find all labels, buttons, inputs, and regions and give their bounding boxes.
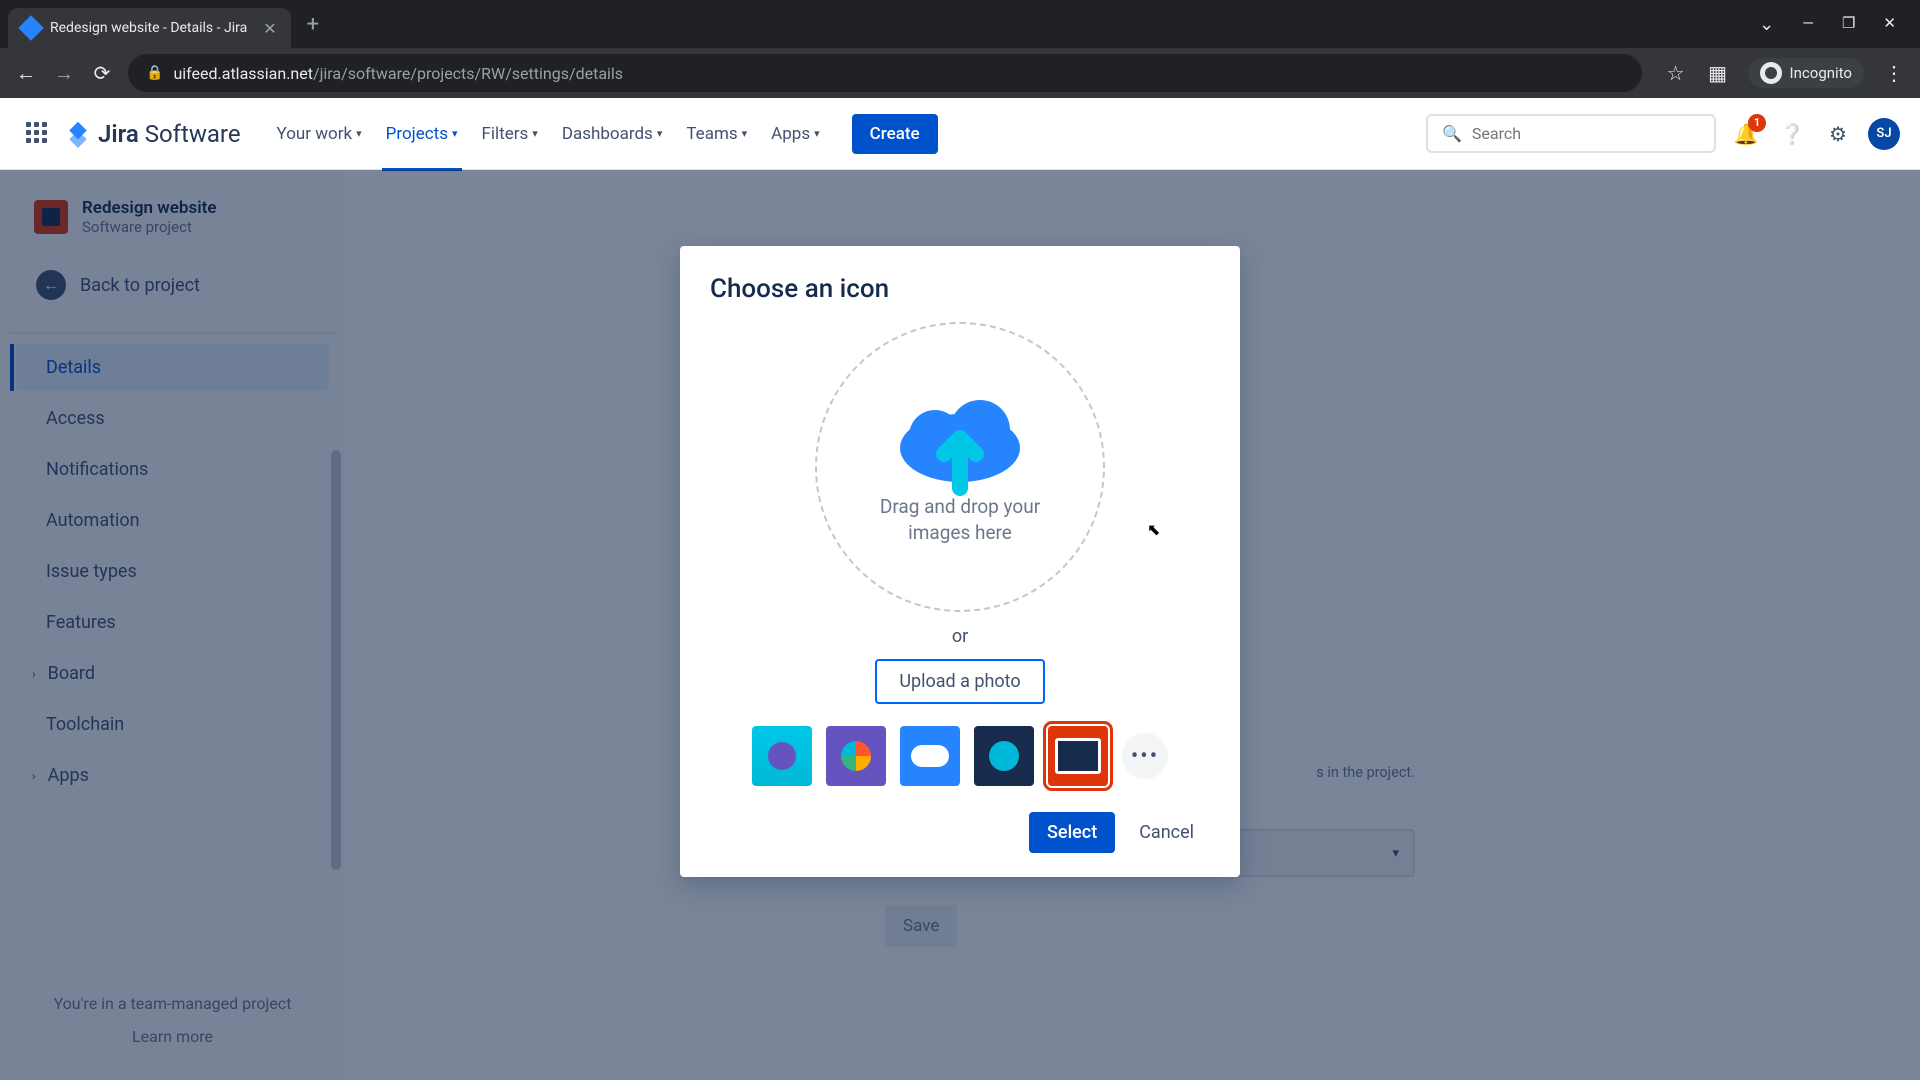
- nav-projects[interactable]: Projects▾: [376, 116, 468, 152]
- nav-filters[interactable]: Filters▾: [472, 116, 548, 152]
- jira-logo-icon: [64, 120, 92, 148]
- modal-title: Choose an icon: [710, 274, 1210, 304]
- kebab-menu-icon[interactable]: ⋮: [1882, 61, 1906, 85]
- address-bar: ← → ⟳ 🔒 uifeed.atlassian.net/jira/softwa…: [0, 48, 1920, 98]
- avatar[interactable]: SJ: [1868, 118, 1900, 150]
- top-nav: Your work▾ Projects▾ Filters▾ Dashboards…: [267, 116, 830, 152]
- star-icon[interactable]: ☆: [1664, 61, 1688, 85]
- incognito-icon: [1760, 62, 1782, 84]
- jira-logo[interactable]: Jira Software: [64, 120, 241, 148]
- search-icon: 🔍: [1442, 124, 1462, 143]
- notifications-icon[interactable]: 🔔1: [1730, 118, 1762, 150]
- tab-dropdown-icon[interactable]: ⌄: [1759, 14, 1774, 35]
- nav-apps[interactable]: Apps▾: [761, 116, 830, 152]
- cloud-upload-icon: [890, 388, 1030, 478]
- settings-gear-icon[interactable]: ⚙: [1822, 118, 1854, 150]
- notification-badge: 1: [1748, 114, 1766, 132]
- modal-actions: Select Cancel: [710, 812, 1210, 853]
- jira-logo-text: Jira Software: [98, 120, 241, 148]
- more-icons-button[interactable]: •••: [1122, 733, 1168, 779]
- incognito-badge[interactable]: Incognito: [1748, 58, 1864, 88]
- help-icon[interactable]: ❔: [1776, 118, 1808, 150]
- icon-presets: •••: [710, 726, 1210, 786]
- extensions-icon[interactable]: ▦: [1706, 61, 1730, 85]
- nav-teams[interactable]: Teams▾: [676, 116, 757, 152]
- preset-icon-2[interactable]: [826, 726, 886, 786]
- browser-tab[interactable]: Redesign website - Details - Jira ✕: [8, 8, 291, 48]
- app-header: Jira Software Your work▾ Projects▾ Filte…: [0, 98, 1920, 170]
- back-icon[interactable]: ←: [14, 61, 38, 86]
- chevron-down-icon: ▾: [356, 127, 362, 140]
- chevron-down-icon: ▾: [657, 127, 663, 140]
- maximize-icon[interactable]: ❐: [1842, 14, 1855, 35]
- nav-dashboards[interactable]: Dashboards▾: [552, 116, 673, 152]
- tab-title: Redesign website - Details - Jira: [50, 20, 247, 36]
- preset-icon-4[interactable]: [974, 726, 1034, 786]
- close-window-icon[interactable]: ✕: [1883, 14, 1896, 35]
- preset-icon-3[interactable]: [900, 726, 960, 786]
- jira-favicon: [18, 15, 43, 40]
- nav-your-work[interactable]: Your work▾: [267, 116, 372, 152]
- search-box[interactable]: 🔍: [1426, 114, 1716, 153]
- app-launcher-icon[interactable]: [20, 116, 56, 152]
- create-button[interactable]: Create: [852, 114, 938, 154]
- chevron-down-icon: ▾: [814, 127, 820, 140]
- tab-bar: Redesign website - Details - Jira ✕ + ⌄ …: [0, 0, 1920, 48]
- search-input[interactable]: [1472, 124, 1700, 143]
- forward-icon[interactable]: →: [52, 61, 76, 86]
- preset-icon-5[interactable]: [1048, 726, 1108, 786]
- lock-icon: 🔒: [146, 65, 163, 81]
- close-tab-icon[interactable]: ✕: [263, 19, 276, 38]
- select-button[interactable]: Select: [1029, 812, 1115, 853]
- new-tab-button[interactable]: +: [295, 12, 331, 37]
- browser-chrome: Redesign website - Details - Jira ✕ + ⌄ …: [0, 0, 1920, 98]
- reload-icon[interactable]: ⟳: [90, 61, 114, 85]
- modal-overlay[interactable]: Choose an icon Drag and drop your images…: [0, 170, 1920, 1080]
- upload-photo-button[interactable]: Upload a photo: [875, 659, 1044, 704]
- url-text: uifeed.atlassian.net/jira/software/proje…: [173, 64, 623, 83]
- chevron-down-icon: ▾: [742, 127, 748, 140]
- incognito-label: Incognito: [1790, 64, 1852, 82]
- dropzone[interactable]: Drag and drop your images here: [815, 322, 1105, 612]
- content-area: Redesign website Software project ← Back…: [0, 170, 1920, 1080]
- drop-text: Drag and drop your images here: [817, 494, 1103, 545]
- minimize-icon[interactable]: —: [1802, 14, 1814, 35]
- preset-icon-1[interactable]: [752, 726, 812, 786]
- window-controls: ⌄ — ❐ ✕: [1759, 14, 1912, 35]
- cancel-button[interactable]: Cancel: [1123, 812, 1210, 853]
- choose-icon-modal: Choose an icon Drag and drop your images…: [680, 246, 1240, 877]
- chevron-down-icon: ▾: [452, 127, 458, 140]
- url-box[interactable]: 🔒 uifeed.atlassian.net/jira/software/pro…: [128, 54, 1642, 92]
- chevron-down-icon: ▾: [532, 127, 538, 140]
- or-divider: or: [710, 626, 1210, 647]
